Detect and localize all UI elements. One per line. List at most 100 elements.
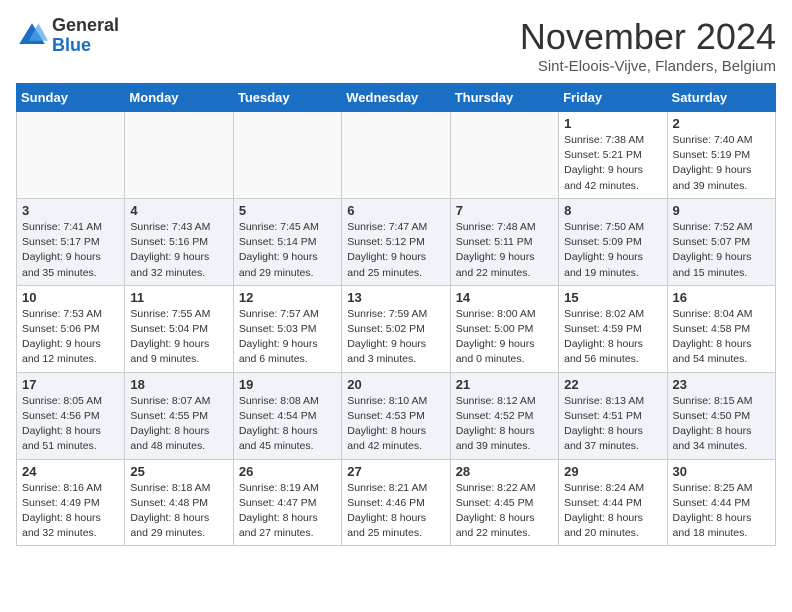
calendar-day-21: 21 Sunrise: 8:12 AM Sunset: 4:52 PM Dayli…: [450, 372, 558, 459]
day-info: Sunrise: 7:40 AM Sunset: 5:19 PM Dayligh…: [673, 133, 770, 194]
calendar-empty: [342, 112, 450, 199]
calendar-empty: [233, 112, 341, 199]
day-number: 24: [22, 464, 119, 479]
calendar-day-20: 20 Sunrise: 8:10 AM Sunset: 4:53 PM Dayli…: [342, 372, 450, 459]
day-number: 14: [456, 290, 553, 305]
calendar-day-15: 15 Sunrise: 8:02 AM Sunset: 4:59 PM Dayli…: [559, 285, 667, 372]
calendar-week-5: 24 Sunrise: 8:16 AM Sunset: 4:49 PM Dayli…: [17, 459, 776, 546]
calendar-week-3: 10Sunrise: 7:53 AM Sunset: 5:06 PM Dayli…: [17, 285, 776, 372]
calendar-day-11: 11Sunrise: 7:55 AM Sunset: 5:04 PM Dayli…: [125, 285, 233, 372]
day-number: 21: [456, 377, 553, 392]
day-info: Sunrise: 8:22 AM Sunset: 4:45 PM Dayligh…: [456, 481, 553, 542]
day-number: 8: [564, 203, 661, 218]
location: Sint-Eloois-Vijve, Flanders, Belgium: [520, 58, 776, 75]
day-number: 6: [347, 203, 444, 218]
calendar-empty: [125, 112, 233, 199]
logo-text: General Blue: [52, 16, 119, 56]
day-info: Sunrise: 7:45 AM Sunset: 5:14 PM Dayligh…: [239, 220, 336, 281]
day-number: 7: [456, 203, 553, 218]
day-number: 23: [673, 377, 770, 392]
day-number: 22: [564, 377, 661, 392]
day-number: 4: [130, 203, 227, 218]
calendar-day-6: 6 Sunrise: 7:47 AM Sunset: 5:12 PM Daylig…: [342, 198, 450, 285]
logo-icon: [16, 20, 48, 52]
calendar-day-12: 12 Sunrise: 7:57 AM Sunset: 5:03 PM Dayli…: [233, 285, 341, 372]
calendar-day-18: 18 Sunrise: 8:07 AM Sunset: 4:55 PM Dayli…: [125, 372, 233, 459]
day-info: Sunrise: 8:10 AM Sunset: 4:53 PM Dayligh…: [347, 394, 444, 455]
calendar-day-27: 27Sunrise: 8:21 AM Sunset: 4:46 PM Dayli…: [342, 459, 450, 546]
day-number: 13: [347, 290, 444, 305]
day-info: Sunrise: 7:59 AM Sunset: 5:02 PM Dayligh…: [347, 307, 444, 368]
calendar-day-30: 30Sunrise: 8:25 AM Sunset: 4:44 PM Dayli…: [667, 459, 775, 546]
day-number: 19: [239, 377, 336, 392]
day-number: 28: [456, 464, 553, 479]
calendar-day-4: 4 Sunrise: 7:43 AM Sunset: 5:16 PM Daylig…: [125, 198, 233, 285]
day-info: Sunrise: 8:07 AM Sunset: 4:55 PM Dayligh…: [130, 394, 227, 455]
day-info: Sunrise: 7:52 AM Sunset: 5:07 PM Dayligh…: [673, 220, 770, 281]
page-header: General Blue November 2024 Sint-Eloois-V…: [16, 16, 776, 75]
day-info: Sunrise: 8:00 AM Sunset: 5:00 PM Dayligh…: [456, 307, 553, 368]
day-info: Sunrise: 8:19 AM Sunset: 4:47 PM Dayligh…: [239, 481, 336, 542]
calendar-day-7: 7 Sunrise: 7:48 AM Sunset: 5:11 PM Daylig…: [450, 198, 558, 285]
day-info: Sunrise: 8:16 AM Sunset: 4:49 PM Dayligh…: [22, 481, 119, 542]
calendar-day-25: 25 Sunrise: 8:18 AM Sunset: 4:48 PM Dayli…: [125, 459, 233, 546]
day-info: Sunrise: 8:13 AM Sunset: 4:51 PM Dayligh…: [564, 394, 661, 455]
header-wednesday: Wednesday: [342, 84, 450, 112]
day-info: Sunrise: 7:57 AM Sunset: 5:03 PM Dayligh…: [239, 307, 336, 368]
calendar-empty: [17, 112, 125, 199]
header-thursday: Thursday: [450, 84, 558, 112]
day-info: Sunrise: 8:04 AM Sunset: 4:58 PM Dayligh…: [673, 307, 770, 368]
calendar-day-16: 16 Sunrise: 8:04 AM Sunset: 4:58 PM Dayli…: [667, 285, 775, 372]
title-block: November 2024 Sint-Eloois-Vijve, Flander…: [520, 16, 776, 75]
day-number: 16: [673, 290, 770, 305]
calendar-day-19: 19 Sunrise: 8:08 AM Sunset: 4:54 PM Dayli…: [233, 372, 341, 459]
calendar-day-26: 26Sunrise: 8:19 AM Sunset: 4:47 PM Dayli…: [233, 459, 341, 546]
calendar-day-2: 2 Sunrise: 7:40 AM Sunset: 5:19 PM Daylig…: [667, 112, 775, 199]
day-number: 18: [130, 377, 227, 392]
header-sunday: Sunday: [17, 84, 125, 112]
calendar-day-8: 8 Sunrise: 7:50 AM Sunset: 5:09 PM Daylig…: [559, 198, 667, 285]
logo: General Blue: [16, 16, 119, 56]
day-info: Sunrise: 8:12 AM Sunset: 4:52 PM Dayligh…: [456, 394, 553, 455]
day-number: 25: [130, 464, 227, 479]
day-number: 2: [673, 116, 770, 131]
day-info: Sunrise: 8:18 AM Sunset: 4:48 PM Dayligh…: [130, 481, 227, 542]
day-info: Sunrise: 7:43 AM Sunset: 5:16 PM Dayligh…: [130, 220, 227, 281]
day-number: 27: [347, 464, 444, 479]
day-number: 11: [130, 290, 227, 305]
calendar-day-29: 29Sunrise: 8:24 AM Sunset: 4:44 PM Dayli…: [559, 459, 667, 546]
day-number: 1: [564, 116, 661, 131]
calendar-day-1: 1Sunrise: 7:38 AM Sunset: 5:21 PM Daylig…: [559, 112, 667, 199]
day-info: Sunrise: 7:50 AM Sunset: 5:09 PM Dayligh…: [564, 220, 661, 281]
day-number: 12: [239, 290, 336, 305]
day-number: 9: [673, 203, 770, 218]
day-info: Sunrise: 8:15 AM Sunset: 4:50 PM Dayligh…: [673, 394, 770, 455]
day-info: Sunrise: 7:48 AM Sunset: 5:11 PM Dayligh…: [456, 220, 553, 281]
day-number: 17: [22, 377, 119, 392]
day-info: Sunrise: 8:08 AM Sunset: 4:54 PM Dayligh…: [239, 394, 336, 455]
day-info: Sunrise: 8:24 AM Sunset: 4:44 PM Dayligh…: [564, 481, 661, 542]
day-number: 5: [239, 203, 336, 218]
day-info: Sunrise: 8:02 AM Sunset: 4:59 PM Dayligh…: [564, 307, 661, 368]
calendar-day-17: 17Sunrise: 8:05 AM Sunset: 4:56 PM Dayli…: [17, 372, 125, 459]
day-number: 15: [564, 290, 661, 305]
header-friday: Friday: [559, 84, 667, 112]
day-info: Sunrise: 8:25 AM Sunset: 4:44 PM Dayligh…: [673, 481, 770, 542]
logo-general: General: [52, 16, 119, 36]
day-number: 20: [347, 377, 444, 392]
calendar-empty: [450, 112, 558, 199]
calendar-day-10: 10Sunrise: 7:53 AM Sunset: 5:06 PM Dayli…: [17, 285, 125, 372]
calendar-day-22: 22 Sunrise: 8:13 AM Sunset: 4:51 PM Dayli…: [559, 372, 667, 459]
calendar-day-5: 5 Sunrise: 7:45 AM Sunset: 5:14 PM Daylig…: [233, 198, 341, 285]
calendar-day-13: 13 Sunrise: 7:59 AM Sunset: 5:02 PM Dayli…: [342, 285, 450, 372]
calendar-week-1: 1Sunrise: 7:38 AM Sunset: 5:21 PM Daylig…: [17, 112, 776, 199]
calendar-day-3: 3Sunrise: 7:41 AM Sunset: 5:17 PM Daylig…: [17, 198, 125, 285]
month-title: November 2024: [520, 16, 776, 58]
calendar-header-row: SundayMondayTuesdayWednesdayThursdayFrid…: [17, 84, 776, 112]
day-info: Sunrise: 7:47 AM Sunset: 5:12 PM Dayligh…: [347, 220, 444, 281]
header-tuesday: Tuesday: [233, 84, 341, 112]
logo-blue: Blue: [52, 36, 119, 56]
calendar-week-4: 17Sunrise: 8:05 AM Sunset: 4:56 PM Dayli…: [17, 372, 776, 459]
calendar-day-24: 24 Sunrise: 8:16 AM Sunset: 4:49 PM Dayli…: [17, 459, 125, 546]
calendar-day-9: 9 Sunrise: 7:52 AM Sunset: 5:07 PM Daylig…: [667, 198, 775, 285]
